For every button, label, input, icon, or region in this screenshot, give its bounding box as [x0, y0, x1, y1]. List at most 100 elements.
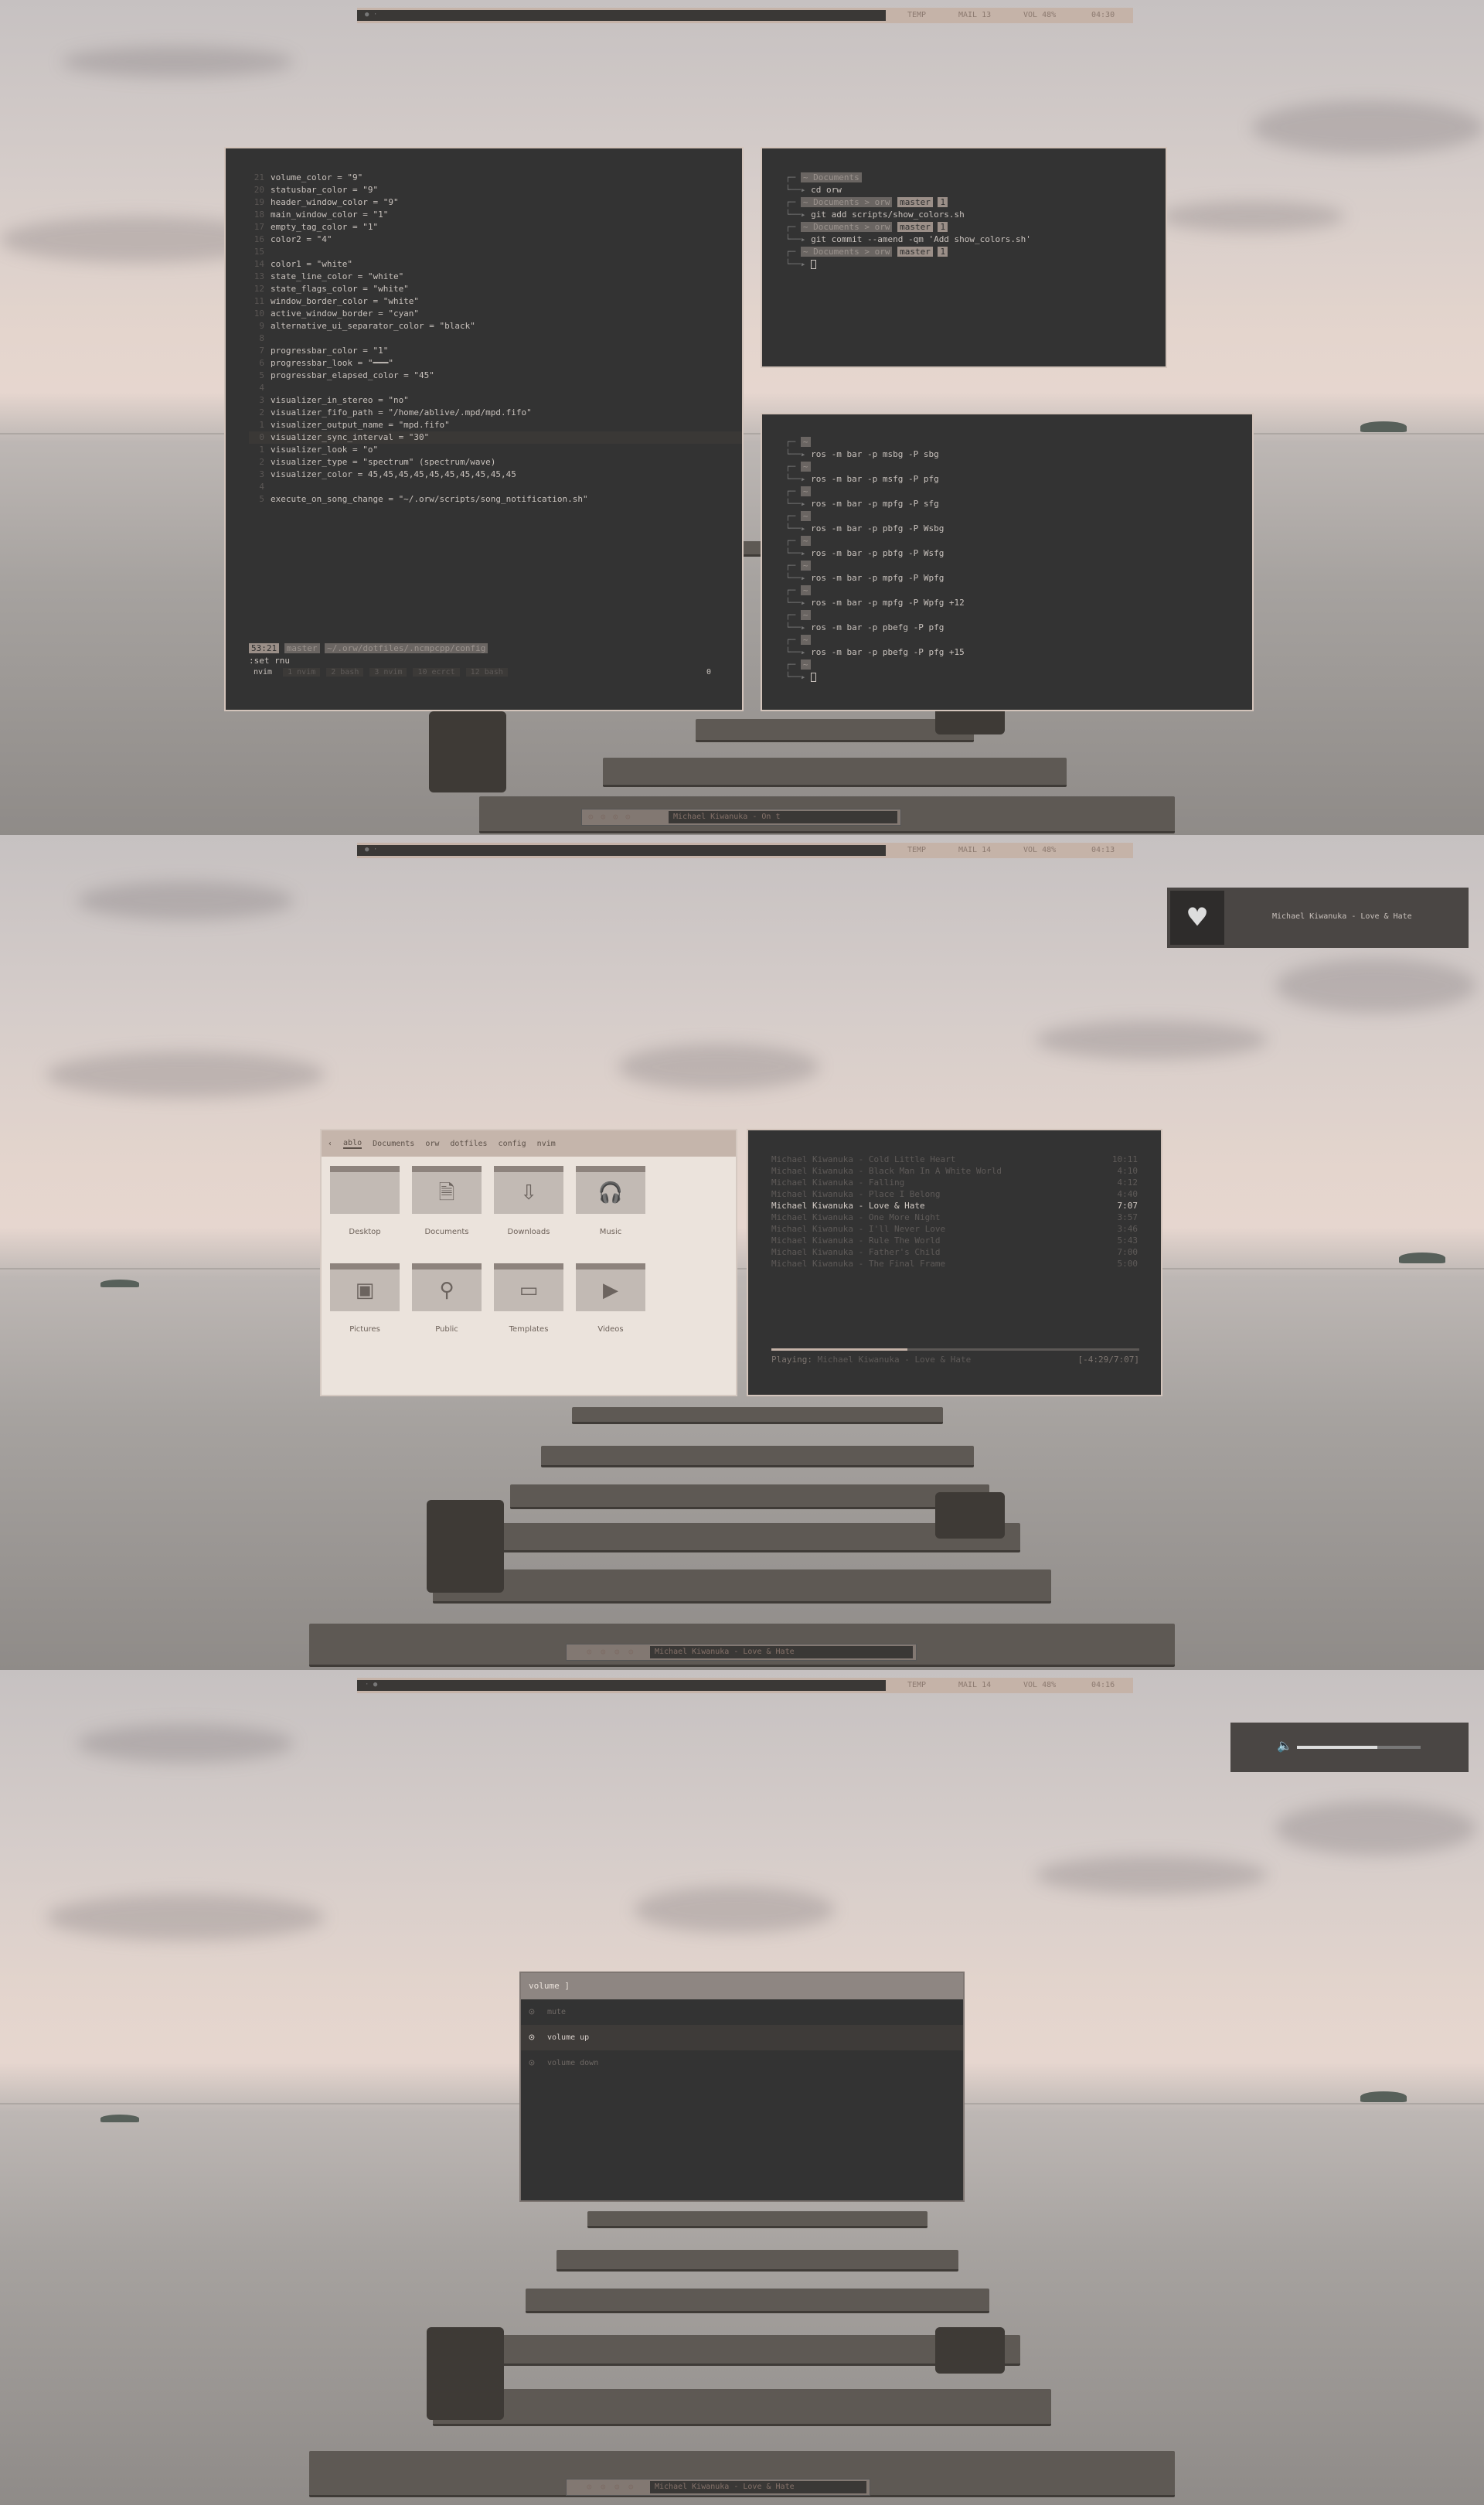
tmux-tab[interactable]: 10 ecrct: [413, 668, 460, 677]
tmux-tab[interactable]: 2 bash: [326, 668, 364, 677]
dock-icon-2[interactable]: ⊙: [601, 1647, 606, 1657]
breadcrumb-item[interactable]: ablo: [343, 1139, 362, 1149]
now-playing[interactable]: Michael Kiwanuka - On t: [669, 811, 897, 823]
git-terminal[interactable]: ┌─ ~ Documents └──▸ cd orw ┌─ ~ Documents …: [761, 147, 1167, 368]
editor-line[interactable]: 3 visualizer_color = 45,45,45,45,45,45,45…: [249, 469, 742, 481]
editor-line[interactable]: 20 statusbar_color = "9": [249, 184, 742, 196]
editor-line[interactable]: 17 empty_tag_color = "1": [249, 221, 742, 233]
dock-icon-2[interactable]: ⊙: [601, 2482, 606, 2492]
command-text: ros -m bar -p mpfg -P sfg: [811, 499, 939, 509]
editor-line[interactable]: 9 alternative_ui_separator_color = "black…: [249, 320, 742, 332]
playlist-item[interactable]: Michael Kiwanuka - Black Man In A White …: [771, 1165, 1138, 1177]
playlist-item[interactable]: Michael Kiwanuka - Love & Hate 7:07: [771, 1200, 1138, 1212]
editor-line[interactable]: 5 progressbar_elapsed_color = "45": [249, 370, 742, 382]
editor-line[interactable]: 7 progressbar_color = "1": [249, 345, 742, 357]
song-notification[interactable]: ♥ Michael Kiwanuka - Love & Hate: [1167, 888, 1469, 948]
dock-icon-3[interactable]: ⊙: [614, 1647, 620, 1657]
folder-pictures[interactable]: ▣ Pictures: [329, 1263, 400, 1334]
dock-icon-1[interactable]: ⊙: [587, 2482, 592, 2492]
editor-line[interactable]: 13 state_line_color = "white": [249, 271, 742, 283]
editor-line[interactable]: 2 visualizer_fifo_path = "/home/ablive/.m…: [249, 407, 742, 419]
editor-line[interactable]: 19 header_window_color = "9": [249, 196, 742, 209]
breadcrumb-item[interactable]: orw: [425, 1140, 439, 1148]
dock-icon-2[interactable]: ⊙: [601, 812, 606, 822]
editor-line[interactable]: 6 progressbar_look = "━━━": [249, 357, 742, 370]
dock-icon-1[interactable]: ⊙: [587, 1647, 592, 1657]
rofi-option[interactable]: ⊙ volume down: [521, 2050, 963, 2076]
breadcrumb-item[interactable]: dotfiles: [450, 1140, 487, 1148]
workspace-indicator[interactable]: ● ·: [365, 846, 377, 854]
workspace-indicator[interactable]: · ●: [365, 1681, 377, 1689]
editor-line[interactable]: 8: [249, 332, 742, 345]
dock-icon-4[interactable]: ⊙: [625, 812, 631, 822]
ros-terminal[interactable]: ┌─ ~ └──▸ ros -m bar -p msbg -P sbg ┌─ ~ └─…: [761, 413, 1254, 711]
seek-bar[interactable]: [771, 1348, 1139, 1351]
playlist-item[interactable]: Michael Kiwanuka - One More Night 3:57: [771, 1212, 1138, 1223]
breadcrumb-item[interactable]: Documents: [373, 1140, 414, 1148]
editor-line[interactable]: 18 main_window_color = "1": [249, 209, 742, 221]
editor-line[interactable]: 15: [249, 246, 742, 258]
now-playing[interactable]: Michael Kiwanuka - Love & Hate: [650, 1646, 913, 1658]
folder-documents[interactable]: 🗎 Documents: [411, 1166, 482, 1236]
breadcrumb-item[interactable]: nvim: [537, 1140, 556, 1148]
playlist-item[interactable]: Michael Kiwanuka - Rule The World 5:43: [771, 1235, 1138, 1246]
editor-line[interactable]: 2 visualizer_type = "spectrum" (spectrum/…: [249, 456, 742, 469]
editor-line[interactable]: 10 active_window_border = "cyan": [249, 308, 742, 320]
rofi-option[interactable]: ⊙ volume up: [521, 2025, 963, 2050]
dock-icon-1[interactable]: ⊙: [588, 812, 594, 822]
editor-line[interactable]: 21 volume_color = "9": [249, 172, 742, 184]
now-playing[interactable]: Michael Kiwanuka - Love & Hate: [650, 2481, 866, 2493]
status-bar: · ● TEMP MAIL 14 VOL 48% 04:16: [357, 1678, 1133, 1693]
folder-videos[interactable]: ▶ Videos: [575, 1263, 646, 1334]
editor-line[interactable]: 4: [249, 382, 742, 394]
editor-line[interactable]: 14 color1 = "white": [249, 258, 742, 271]
playlist-item[interactable]: Michael Kiwanuka - The Final Frame 5:00: [771, 1258, 1138, 1270]
editor-line[interactable]: 1 visualizer_output_name = "mpd.fifo": [249, 419, 742, 431]
rofi-prompt[interactable]: volume ]: [521, 1973, 963, 1999]
folder-downloads[interactable]: ⇩ Downloads: [493, 1166, 564, 1236]
playlist-item[interactable]: Michael Kiwanuka - Place I Belong 4:40: [771, 1188, 1138, 1200]
dock-icon-4[interactable]: ⊙: [628, 1647, 634, 1657]
folder-templates[interactable]: ▭ Templates: [493, 1263, 564, 1334]
editor-line[interactable]: 1 visualizer_look = "o": [249, 444, 742, 456]
editor-line[interactable]: 4: [249, 481, 742, 493]
tmux-tab[interactable]: nvim: [249, 668, 277, 677]
music-player[interactable]: Michael Kiwanuka - Cold Little Heart 10:1…: [747, 1129, 1162, 1396]
playlist-item[interactable]: Michael Kiwanuka - Falling 4:12: [771, 1177, 1138, 1188]
line-number: 2: [259, 407, 264, 418]
file-manager[interactable]: ‹ ablo Documents orw dotfiles config nvim Desk…: [320, 1129, 737, 1396]
editor-window[interactable]: 21 volume_color = "9" 20 statusbar_color = …: [224, 147, 744, 711]
dock-icon-3[interactable]: ⊙: [613, 812, 618, 822]
breadcrumb: ‹ ablo Documents orw dotfiles config nvim: [322, 1130, 736, 1157]
command-line: └──▸ git add scripts/show_colors.sh: [785, 210, 965, 220]
editor-line[interactable]: 12 state_flags_color = "white": [249, 283, 742, 295]
rofi-option[interactable]: ⊙ mute: [521, 1999, 963, 2025]
folder-music[interactable]: 🎧 Music: [575, 1166, 646, 1236]
line-number: 5: [259, 370, 264, 380]
dock-icon-3[interactable]: ⊙: [614, 2482, 620, 2492]
folder-public[interactable]: ⚲ Public: [411, 1263, 482, 1334]
editor-line[interactable]: 3 visualizer_in_stereo = "no": [249, 394, 742, 407]
editor-line[interactable]: 5 execute_on_song_change = "~/.orw/script…: [249, 493, 742, 506]
back-button[interactable]: ‹: [328, 1140, 332, 1148]
rofi-menu[interactable]: volume ] ⊙ mute ⊙ volume up ⊙ volume down: [519, 1972, 965, 2202]
tmux-tab[interactable]: 3 nvim: [369, 668, 407, 677]
playlist-item[interactable]: Michael Kiwanuka - Father's Child 7:00: [771, 1246, 1138, 1258]
editor-line[interactable]: 16 color2 = "4": [249, 233, 742, 246]
playlist[interactable]: Michael Kiwanuka - Cold Little Heart 10:1…: [771, 1154, 1138, 1270]
editor-buffer[interactable]: 21 volume_color = "9" 20 statusbar_color = …: [249, 172, 742, 506]
line-text: visualizer_sync_interval = "30": [271, 432, 430, 442]
line-text: state_flags_color = "white": [271, 284, 409, 294]
line-number: 21: [254, 172, 264, 182]
tmux-tab[interactable]: 1 nvim: [283, 668, 321, 677]
playlist-item[interactable]: Michael Kiwanuka - I'll Never Love 3:46: [771, 1223, 1138, 1235]
command-line[interactable]: :set rnu: [249, 656, 290, 666]
playlist-item[interactable]: Michael Kiwanuka - Cold Little Heart 10:1…: [771, 1154, 1138, 1165]
editor-line[interactable]: 0 visualizer_sync_interval = "30": [249, 431, 742, 444]
workspace-indicator[interactable]: ● ·: [365, 11, 377, 19]
folder-desktop[interactable]: Desktop: [329, 1166, 400, 1236]
dock-icon-4[interactable]: ⊙: [628, 2482, 634, 2492]
breadcrumb-item[interactable]: config: [499, 1140, 526, 1148]
tmux-tab[interactable]: 12 bash: [465, 668, 508, 677]
editor-line[interactable]: 11 window_border_color = "white": [249, 295, 742, 308]
